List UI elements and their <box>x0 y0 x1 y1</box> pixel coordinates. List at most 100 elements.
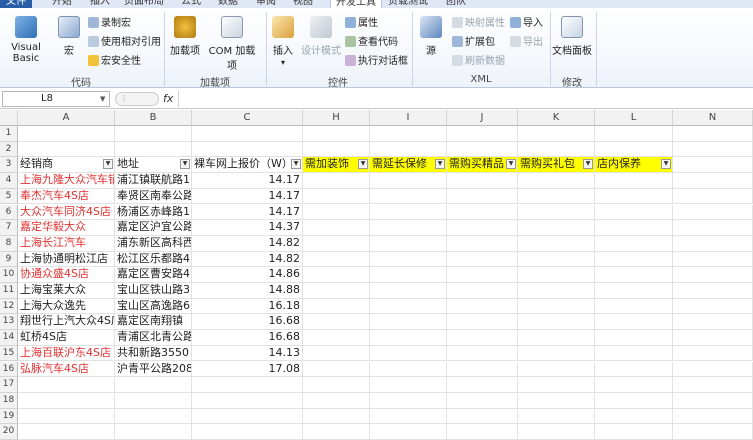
tab-formulas[interactable]: 公式 <box>181 0 201 8</box>
filter-dropdown-icon[interactable]: ▼ <box>103 159 113 170</box>
cell-a16[interactable]: 弘脉汽车4S店 <box>18 361 115 378</box>
cell-b7[interactable]: 嘉定区沪宜公路 <box>115 220 192 236</box>
cell-h20[interactable] <box>303 424 370 440</box>
cell-k6[interactable] <box>518 204 595 221</box>
cell-k17[interactable] <box>518 377 595 393</box>
cell-c5[interactable]: 14.17 <box>192 188 303 205</box>
cell-j4[interactable] <box>447 173 518 189</box>
cell-n8[interactable] <box>673 235 753 252</box>
cell-c20[interactable] <box>192 424 303 440</box>
cell-l20[interactable] <box>595 424 673 440</box>
cell-n3[interactable] <box>673 157 753 174</box>
cell-h13[interactable] <box>303 314 370 331</box>
row-header[interactable]: 18 <box>0 392 18 409</box>
cell-c11[interactable]: 14.88 <box>192 283 303 299</box>
cell-i5[interactable] <box>370 188 447 205</box>
cell-h16[interactable] <box>303 361 370 378</box>
cell-j17[interactable] <box>447 377 518 393</box>
cell-b6[interactable]: 杨浦区赤峰路1 <box>115 204 192 221</box>
cell-k2[interactable] <box>518 141 595 158</box>
cell-n5[interactable] <box>673 188 753 205</box>
cell-a14[interactable]: 虹桥4S店 <box>18 330 115 346</box>
cell-c18[interactable] <box>192 392 303 409</box>
tab-review[interactable]: 审阅 <box>256 0 276 8</box>
insert-control-button[interactable]: 插入 ▾ <box>270 16 296 68</box>
cell-n14[interactable] <box>673 330 753 346</box>
cell-k9[interactable] <box>518 251 595 268</box>
cell-i20[interactable] <box>370 424 447 440</box>
cell-h3[interactable]: 需加装饰 ▼ <box>303 157 370 174</box>
tab-developer[interactable]: 开发工具 <box>330 0 382 8</box>
cell-h12[interactable] <box>303 298 370 315</box>
cell-i13[interactable] <box>370 314 447 331</box>
cell-k19[interactable] <box>518 408 595 425</box>
cell-a20[interactable] <box>18 424 115 440</box>
cell-c7[interactable]: 14.37 <box>192 220 303 236</box>
cell-k5[interactable] <box>518 188 595 205</box>
cell-h18[interactable] <box>303 392 370 409</box>
cell-h10[interactable] <box>303 267 370 283</box>
cell-l19[interactable] <box>595 408 673 425</box>
cell-i6[interactable] <box>370 204 447 221</box>
tab-team[interactable]: 团队 <box>446 0 466 8</box>
xml-import-button[interactable]: 导入 <box>510 16 543 32</box>
cell-i2[interactable] <box>370 141 447 158</box>
cell-j20[interactable] <box>447 424 518 440</box>
row-header[interactable]: 11 <box>0 283 18 299</box>
cell-a15[interactable]: 上海百联沪东4S店 <box>18 345 115 362</box>
cell-j5[interactable] <box>447 188 518 205</box>
cell-b15[interactable]: 共和新路3550 <box>115 345 192 362</box>
row-header[interactable]: 17 <box>0 377 18 393</box>
row-header[interactable]: 2 <box>0 141 18 158</box>
cell-l2[interactable] <box>595 141 673 158</box>
cell-j7[interactable] <box>447 220 518 236</box>
column-header-j[interactable]: J <box>447 110 518 126</box>
row-header[interactable]: 1 <box>0 126 18 142</box>
tab-insert[interactable]: 插入 <box>90 0 110 8</box>
cell-c2[interactable] <box>192 141 303 158</box>
cell-n11[interactable] <box>673 283 753 299</box>
cell-l9[interactable] <box>595 251 673 268</box>
insert-function-icon[interactable]: fx <box>163 92 173 105</box>
filter-dropdown-icon[interactable]: ▼ <box>358 159 368 170</box>
cell-b4[interactable]: 浦江镇联航路1 <box>115 173 192 189</box>
cell-k12[interactable] <box>518 298 595 315</box>
cell-a10[interactable]: 协通众盛4S店 <box>18 267 115 283</box>
cell-c17[interactable] <box>192 377 303 393</box>
relative-reference-button[interactable]: 使用相对引用 <box>88 35 161 51</box>
cell-j8[interactable] <box>447 235 518 252</box>
cell-a18[interactable] <box>18 392 115 409</box>
cell-n4[interactable] <box>673 173 753 189</box>
document-panel-button[interactable]: 文档面板 <box>552 16 592 57</box>
row-header[interactable]: 4 <box>0 173 18 189</box>
cell-h8[interactable] <box>303 235 370 252</box>
cell-k1[interactable] <box>518 126 595 142</box>
column-header-b[interactable]: B <box>115 110 192 126</box>
cell-b11[interactable]: 宝山区铁山路3 <box>115 283 192 299</box>
column-header-c[interactable]: C <box>192 110 303 126</box>
column-header-i[interactable]: I <box>370 110 447 126</box>
tab-home[interactable]: 开始 <box>52 0 72 8</box>
cell-a9[interactable]: 上海协通明松江店 <box>18 251 115 268</box>
cell-a5[interactable]: 奉杰汽车4S店 <box>18 188 115 205</box>
cell-a4[interactable]: 上海九隆大众汽车销售 <box>18 173 115 189</box>
cell-n20[interactable] <box>673 424 753 440</box>
cell-k20[interactable] <box>518 424 595 440</box>
cell-n9[interactable] <box>673 251 753 268</box>
view-code-button[interactable]: 查看代码 <box>345 35 398 51</box>
tab-file[interactable]: 文件 <box>0 0 32 8</box>
column-header-h[interactable]: H <box>303 110 370 126</box>
expansion-pack-button[interactable]: 扩展包 <box>452 35 495 51</box>
cell-b1[interactable] <box>115 126 192 142</box>
cell-n12[interactable] <box>673 298 753 315</box>
cell-l18[interactable] <box>595 392 673 409</box>
filter-dropdown-icon[interactable]: ▼ <box>506 159 516 170</box>
cell-l13[interactable] <box>595 314 673 331</box>
cell-l5[interactable] <box>595 188 673 205</box>
cell-a7[interactable]: 嘉定华毅大众 <box>18 220 115 236</box>
column-header-a[interactable]: A <box>18 110 115 126</box>
row-header[interactable]: 12 <box>0 298 18 315</box>
design-mode-button[interactable]: 设计模式 <box>300 16 342 57</box>
cell-i16[interactable] <box>370 361 447 378</box>
cell-l3[interactable]: 店内保养 ▼ <box>595 157 673 174</box>
